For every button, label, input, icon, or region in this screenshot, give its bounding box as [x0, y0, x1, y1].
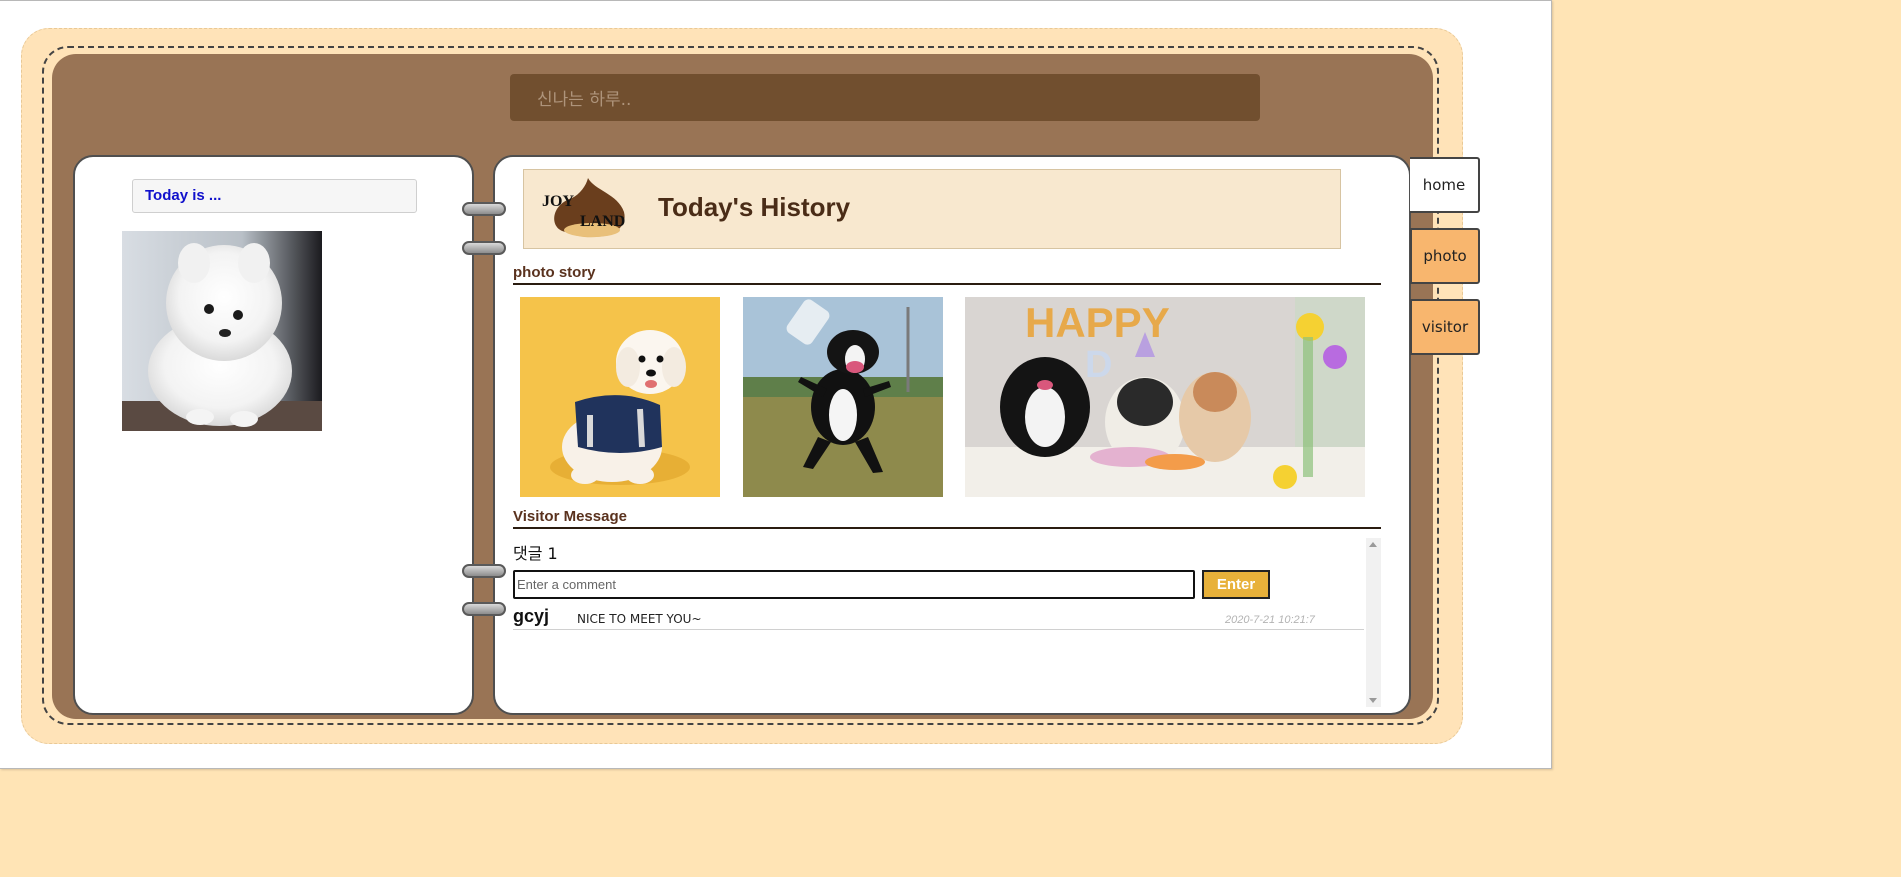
- binder-ring: [462, 241, 506, 255]
- photo-border-collie-jump[interactable]: [743, 297, 943, 497]
- visitor-message-heading: Visitor Message: [513, 508, 1381, 529]
- svg-text:D: D: [1085, 344, 1112, 386]
- photo-story-heading: photo story: [513, 264, 1381, 285]
- enter-button[interactable]: Enter: [1202, 570, 1270, 599]
- site-title-bar: 신나는 하루..: [510, 74, 1260, 121]
- photo-poodle[interactable]: [520, 297, 720, 497]
- tab-home[interactable]: home: [1410, 157, 1480, 213]
- binder-ring: [462, 602, 506, 616]
- tab-visitor[interactable]: visitor: [1410, 299, 1480, 355]
- svg-text:HAPPY: HAPPY: [1025, 299, 1170, 346]
- scroll-up-icon[interactable]: [1369, 542, 1377, 547]
- left-page: Today is ...: [73, 155, 474, 715]
- svg-text:LAND: LAND: [580, 213, 625, 230]
- comment-text: NICE TO MEET YOU~: [577, 612, 702, 626]
- browser-page: 신나는 하루.. Today is ... JOY LAND Today's H…: [0, 0, 1552, 769]
- scroll-down-icon[interactable]: [1369, 698, 1377, 703]
- today-label: Today is ...: [132, 179, 417, 213]
- comment-input[interactable]: [513, 570, 1195, 599]
- diary-board: 신나는 하루.. Today is ... JOY LAND Today's H…: [52, 54, 1433, 719]
- comment-scrollbar[interactable]: [1366, 538, 1381, 707]
- photo-birthday-party[interactable]: HAPPY D: [965, 297, 1365, 497]
- diary-cover: 신나는 하루.. Today is ... JOY LAND Today's H…: [21, 28, 1463, 744]
- tab-photo[interactable]: photo: [1410, 228, 1480, 284]
- svg-text:JOY: JOY: [542, 193, 574, 210]
- history-header: JOY LAND Today's History: [523, 169, 1341, 249]
- binder-ring: [462, 564, 506, 578]
- joyland-logo: JOY LAND: [540, 176, 640, 240]
- page-title: Today's History: [658, 192, 851, 222]
- comment-user: gcyj: [513, 606, 550, 626]
- comment-count: 댓글 1: [513, 544, 558, 563]
- binder-ring: [462, 202, 506, 216]
- comment-date: 2020-7-21 10:21:7: [1225, 614, 1315, 626]
- visitor-message-area: 댓글 1 Enter gcyj NICE TO MEET YOU~ 2020-7…: [513, 538, 1381, 707]
- profile-photo: [122, 231, 322, 431]
- right-page: JOY LAND Today's History photo story HAP…: [493, 155, 1411, 715]
- comment-item: gcyj NICE TO MEET YOU~ 2020-7-21 10:21:7: [513, 606, 1364, 630]
